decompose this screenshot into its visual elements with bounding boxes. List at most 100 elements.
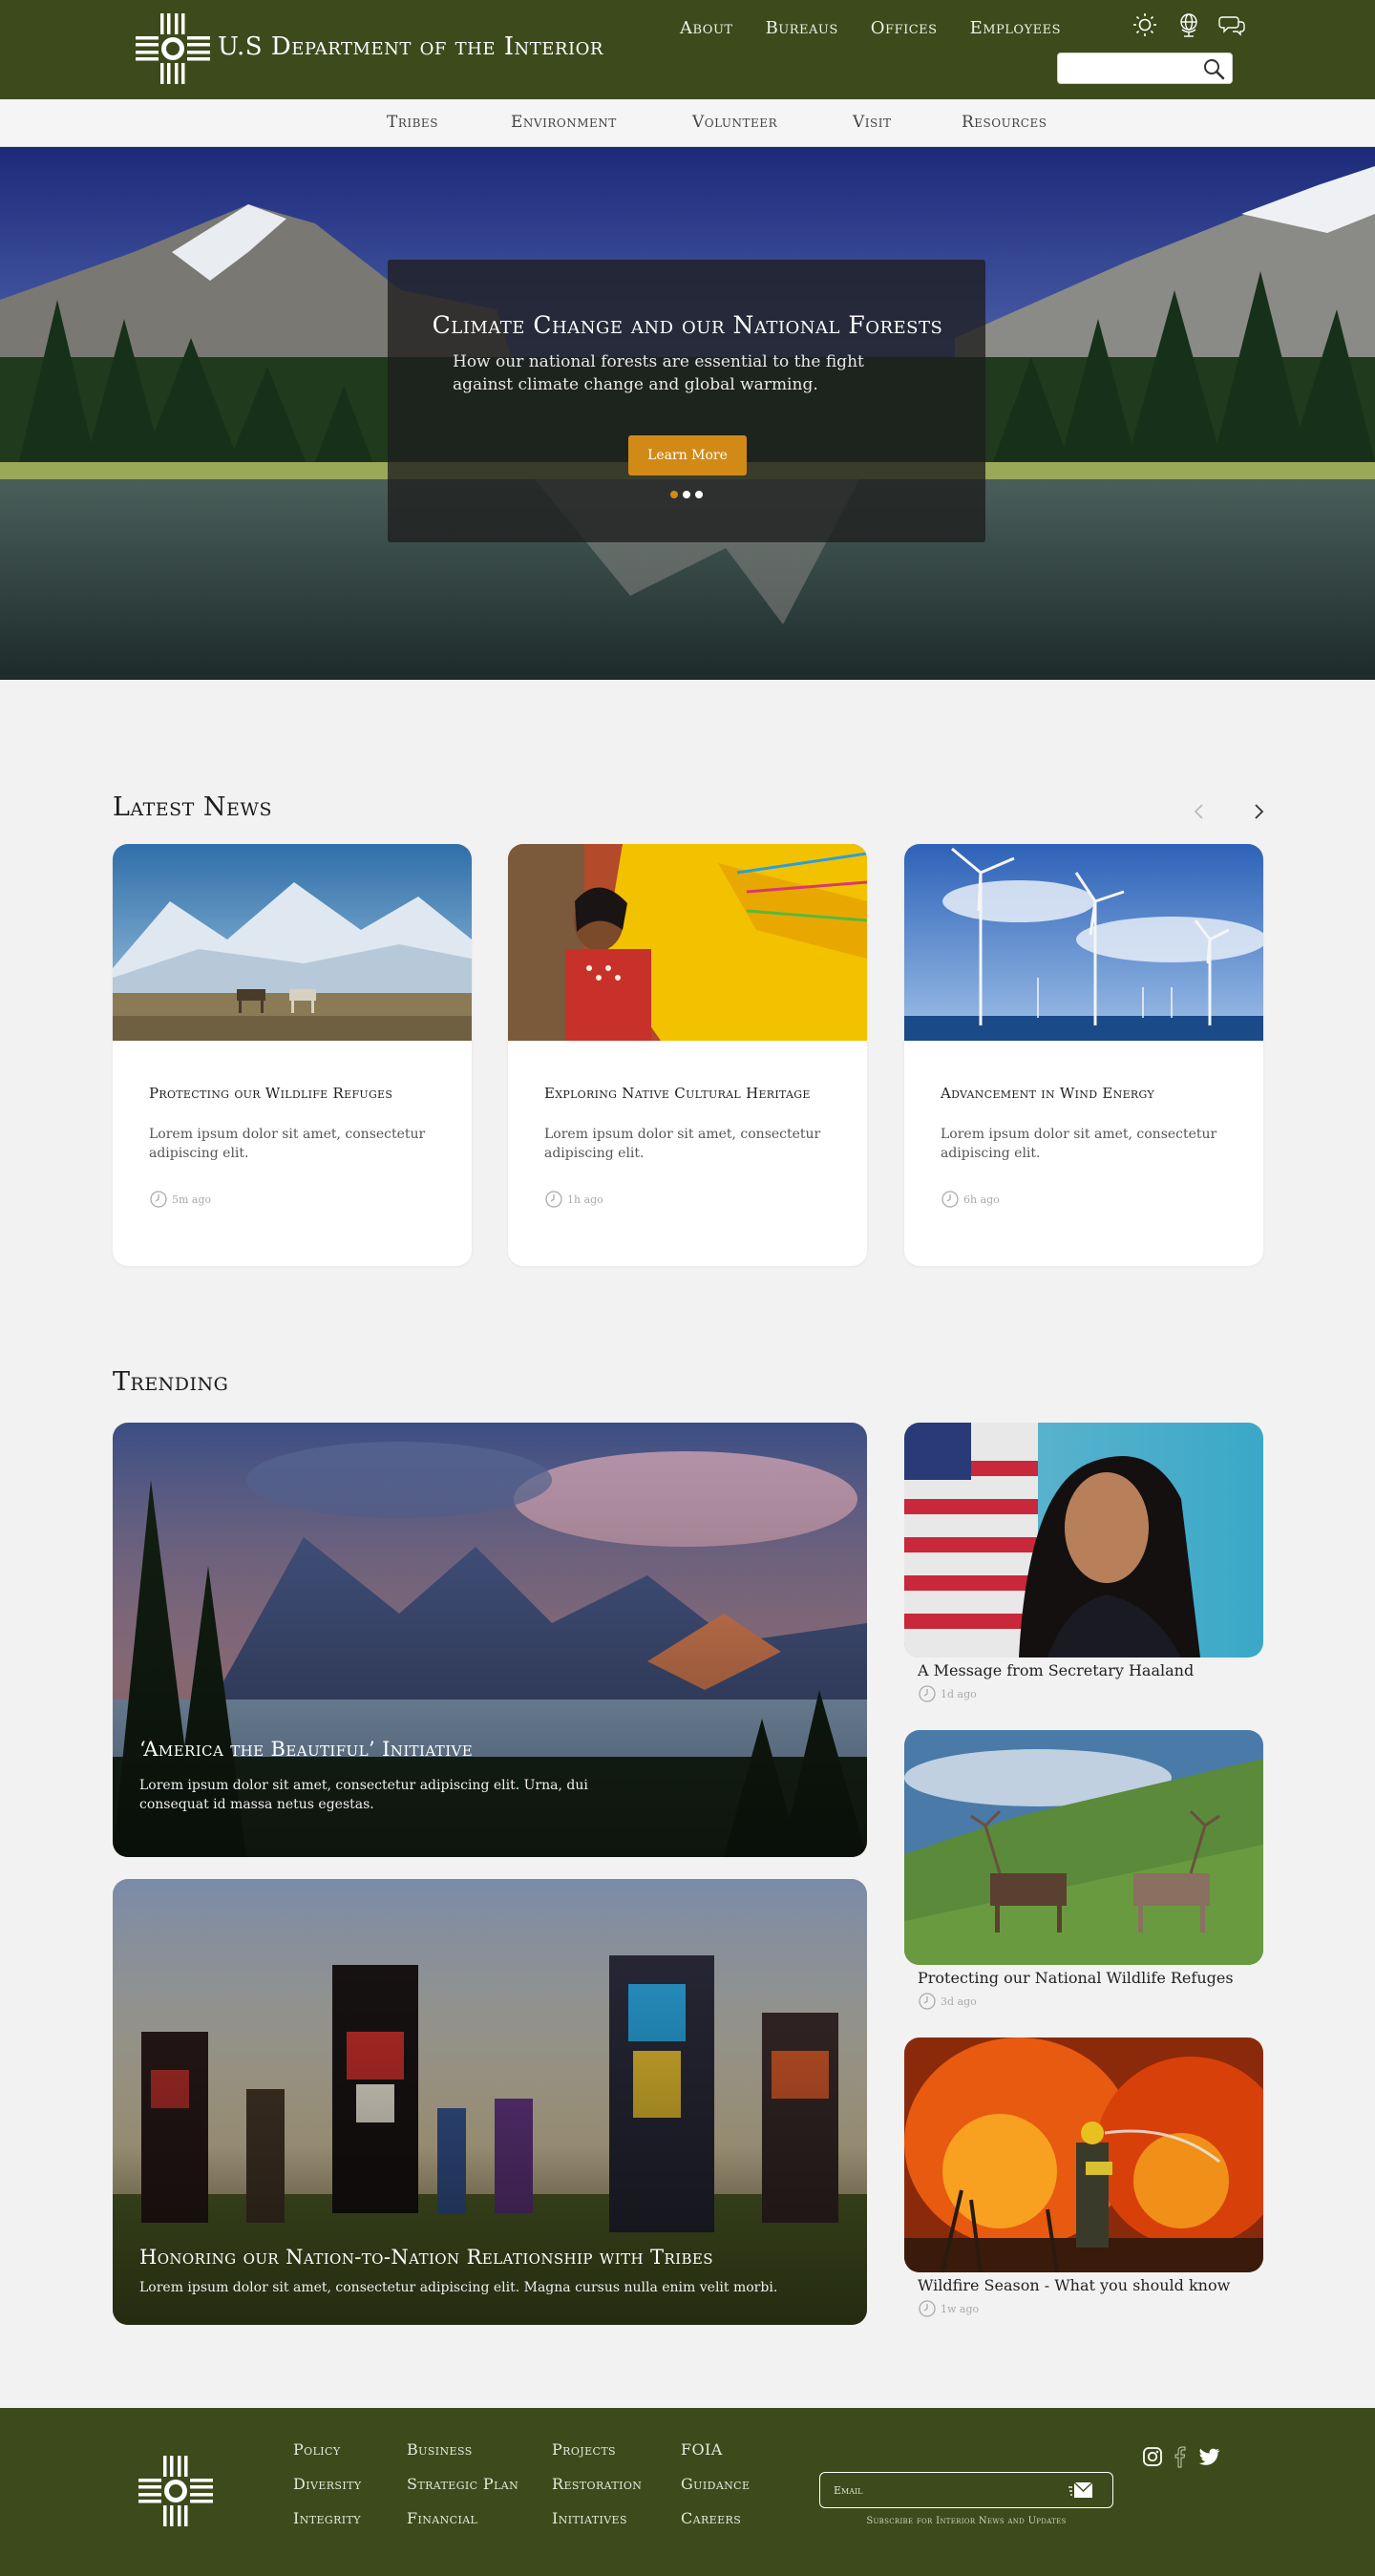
zia-sun-logo[interactable] (134, 11, 212, 86)
time-text: 6h ago (963, 1193, 1000, 1206)
trending-side-title: A Message from Secretary Haaland (918, 1661, 1195, 1679)
newsletter-form (819, 2472, 1113, 2508)
social-links (1142, 2444, 1220, 2469)
subscribe-text: Subscribe for Interior News and Updates (866, 2516, 1067, 2526)
news-description: Lorem ipsum dolor sit amet, consectetur … (544, 1127, 821, 1161)
footer-link-diversity[interactable]: Diversity (293, 2475, 362, 2493)
trending-featured-card[interactable]: ‘America the Beautiful’ Initiative Lorem… (113, 1423, 867, 1857)
instagram-icon[interactable] (1142, 2446, 1163, 2467)
time-text: 3d ago (941, 1995, 977, 2008)
footer-link-careers[interactable]: Careers (681, 2509, 750, 2527)
carousel-dot-3[interactable] (695, 491, 703, 498)
secondary-nav: Tribes Environment Volunteer Visit Resou… (0, 99, 1375, 147)
carousel-dot-2[interactable] (683, 491, 690, 498)
clock-icon (545, 1191, 562, 1208)
native-dancer-image (508, 844, 867, 1041)
chevron-right-icon[interactable] (1247, 800, 1270, 823)
news-title: Exploring Native Cultural Heritage (544, 1085, 811, 1102)
email-input[interactable] (834, 2481, 1044, 2499)
chat-icon[interactable] (1218, 11, 1247, 38)
clock-icon (919, 2300, 936, 2317)
footer-column: Projects Restoration Initiatives (552, 2440, 642, 2527)
facebook-icon[interactable] (1173, 2444, 1188, 2469)
carousel-dot-1[interactable] (670, 491, 678, 498)
search-icon[interactable] (1201, 56, 1226, 81)
news-description: Lorem ipsum dolor sit amet, consectetur … (149, 1127, 426, 1161)
clock-icon (919, 1685, 936, 1702)
footer-column: Policy Diversity Integrity (293, 2440, 362, 2527)
news-card[interactable]: Advancement in Wind Energy Lorem ipsum d… (904, 844, 1263, 1266)
trending-side-card[interactable]: Protecting our National Wildlife Refuges… (904, 1730, 1263, 2016)
nav-employees[interactable]: Employees (970, 18, 1061, 38)
hero-carousel: Climate Change and our National Forests … (0, 147, 1375, 680)
wind-turbines-image (904, 844, 1263, 1041)
site-header: U.S Department of the Interior About Bur… (0, 0, 1375, 99)
nav-offices[interactable]: Offices (871, 18, 938, 38)
footer-link-business[interactable]: Business (407, 2440, 518, 2459)
site-title[interactable]: U.S Department of the Interior (218, 32, 603, 61)
footer-link-policy[interactable]: Policy (293, 2440, 362, 2459)
search-input[interactable] (1066, 57, 1199, 80)
footer-link-restoration[interactable]: Restoration (552, 2475, 642, 2493)
subnav-visit[interactable]: Visit (853, 113, 962, 132)
latest-news-heading: Latest News (113, 792, 272, 822)
news-card[interactable]: Protecting our Wildlife Refuges Lorem ip… (113, 844, 472, 1266)
time-text: 1w ago (941, 2302, 980, 2315)
trending-side-title: Protecting our National Wildlife Refuges (918, 1969, 1234, 1987)
footer-link-projects[interactable]: Projects (552, 2440, 642, 2459)
clock-icon (919, 1993, 936, 2010)
subnav-resources[interactable]: Resources (962, 113, 1047, 132)
subnav-environment[interactable]: Environment (511, 113, 692, 132)
news-timestamp: 6h ago (941, 1190, 1000, 1209)
hero-title: Climate Change and our National Forests (432, 311, 943, 339)
clock-icon (150, 1191, 167, 1208)
trending-side-timestamp: 1d ago (918, 1684, 977, 1703)
news-timestamp: 1h ago (544, 1190, 603, 1209)
trending-featured-description: Lorem ipsum dolor sit amet, consectetur … (139, 2280, 778, 2295)
wildfire-firefighter-image (904, 2038, 1263, 2272)
search-box (1057, 53, 1233, 84)
caribou-tundra-image (113, 844, 472, 1041)
news-description: Lorem ipsum dolor sit amet, consectetur … (941, 1127, 1217, 1161)
trending-heading: Trending (113, 1367, 229, 1397)
news-timestamp: 5m ago (149, 1190, 211, 1209)
hero-overlay-card: Climate Change and our National Forests … (388, 260, 985, 542)
learn-more-button[interactable]: Learn More (628, 435, 747, 475)
time-text: 5m ago (172, 1193, 212, 1206)
footer-link-financial[interactable]: Financial (407, 2509, 518, 2527)
footer-link-foia[interactable]: FOIA (681, 2440, 750, 2459)
nav-bureaus[interactable]: Bureaus (766, 18, 838, 38)
trending-featured-title: Honoring our Nation-to-Nation Relationsh… (139, 2246, 713, 2269)
brightness-icon[interactable] (1131, 11, 1159, 38)
site-footer: Policy Diversity Integrity Business Stra… (0, 2408, 1375, 2576)
time-text: 1h ago (567, 1193, 603, 1206)
trending-side-timestamp: 1w ago (918, 2299, 979, 2318)
trending-featured-description: Lorem ipsum dolor sit amet, consectetur … (139, 1778, 588, 1812)
utility-icons (1131, 11, 1247, 38)
trending-featured-card[interactable]: Honoring our Nation-to-Nation Relationsh… (113, 1879, 867, 2325)
trending-side-timestamp: 3d ago (918, 1992, 977, 2011)
trending-side-card[interactable]: A Message from Secretary Haaland 1d ago (904, 1423, 1263, 1709)
footer-column: FOIA Guidance Careers (681, 2440, 750, 2527)
footer-link-integrity[interactable]: Integrity (293, 2509, 362, 2527)
subnav-tribes[interactable]: Tribes (387, 113, 511, 132)
twitter-icon[interactable] (1197, 2446, 1220, 2467)
envelope-send-icon[interactable] (1068, 2481, 1093, 2499)
footer-link-strategic-plan[interactable]: Strategic Plan (407, 2475, 518, 2493)
trending-featured-title: ‘America the Beautiful’ Initiative (139, 1738, 474, 1761)
news-title: Advancement in Wind Energy (941, 1085, 1154, 1102)
chevron-left-icon[interactable] (1188, 800, 1211, 823)
carousel-dots (670, 491, 703, 498)
secretary-portrait-image (904, 1423, 1263, 1658)
trending-side-card[interactable]: Wildfire Season - What you should know 1… (904, 2038, 1263, 2324)
footer-link-guidance[interactable]: Guidance (681, 2475, 750, 2493)
footer-column: Business Strategic Plan Financial (407, 2440, 518, 2527)
nav-about[interactable]: About (680, 18, 733, 38)
news-card[interactable]: Exploring Native Cultural Heritage Lorem… (508, 844, 867, 1266)
zia-sun-logo[interactable] (137, 2454, 215, 2528)
globe-icon[interactable] (1174, 11, 1203, 38)
caribou-hillside-image (904, 1730, 1263, 1965)
trending-side-title: Wildfire Season - What you should know (918, 2276, 1231, 2294)
subnav-volunteer[interactable]: Volunteer (692, 113, 853, 132)
footer-link-initiatives[interactable]: Initiatives (552, 2509, 642, 2527)
